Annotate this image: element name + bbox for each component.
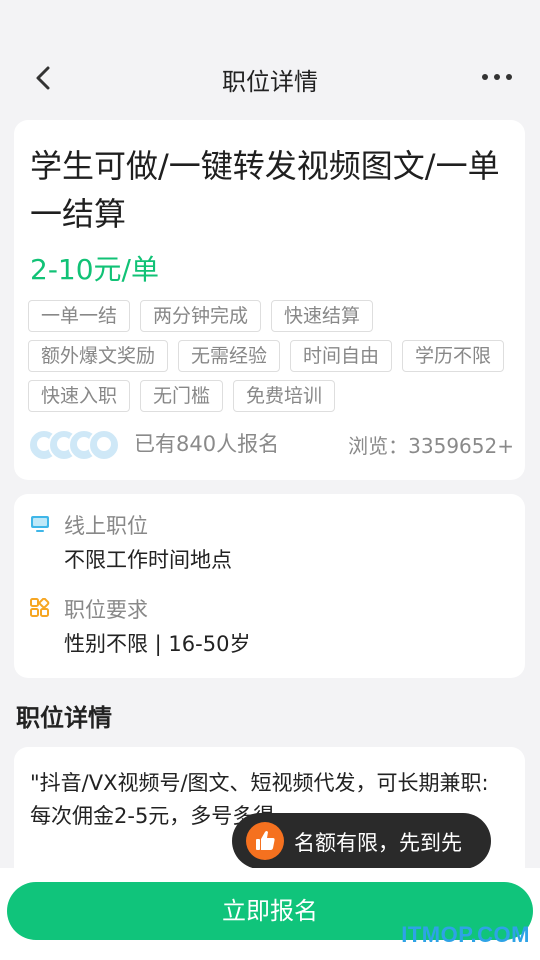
applied-count: 已有840人报名	[134, 432, 280, 456]
job-salary: 2-10元/单	[30, 253, 159, 286]
tag: 学历不限	[402, 340, 505, 372]
tag: 无需经验	[178, 340, 281, 372]
tag: 免费培训	[233, 380, 336, 412]
job-summary-card: 学生可做/一键转发视频图文/一单一结算 2-10元/单 一单一结 两分钟完成 快…	[14, 120, 525, 480]
location-label: 线上职位	[64, 514, 148, 538]
tag: 额外爆文奖励	[28, 340, 169, 372]
more-icon	[482, 74, 488, 80]
quota-tooltip: 名额有限，先到先	[232, 813, 491, 879]
tag-list: 一单一结 两分钟完成 快速结算 额外爆文奖励 无需经验 时间自由 学历不限 快速…	[28, 300, 518, 412]
avatar	[88, 429, 120, 461]
watermark: ITMOP.COM	[401, 922, 530, 947]
requirement-label: 职位要求	[64, 598, 148, 622]
tag: 无门槛	[140, 380, 224, 412]
tag: 两分钟完成	[140, 300, 262, 332]
thumbs-up-icon	[246, 822, 284, 860]
tag: 快速入职	[28, 380, 131, 412]
apps-icon	[30, 597, 50, 618]
tag: 一单一结	[28, 300, 131, 332]
view-count: 浏览：3359652+	[348, 434, 514, 458]
job-info-card: 线上职位 不限工作时间地点 职位要求 性别不限 | 16-50岁	[14, 494, 525, 678]
job-title: 学生可做/一键转发视频图文/一单一结算	[30, 147, 500, 233]
top-nav: 职位详情	[0, 40, 540, 116]
more-button[interactable]	[482, 74, 512, 82]
tag: 快速结算	[271, 300, 374, 332]
avatar-group	[28, 429, 122, 461]
page-title: 职位详情	[222, 68, 318, 96]
apply-stats-row: 已有840人报名 浏览：3359652+	[28, 426, 514, 462]
tag: 时间自由	[290, 340, 393, 372]
section-title: 职位详情	[16, 704, 112, 732]
location-value: 不限工作时间地点	[64, 548, 232, 572]
tooltip-text: 名额有限，先到先	[294, 831, 462, 855]
requirement-value: 性别不限 | 16-50岁	[64, 632, 251, 656]
monitor-icon	[30, 514, 50, 534]
